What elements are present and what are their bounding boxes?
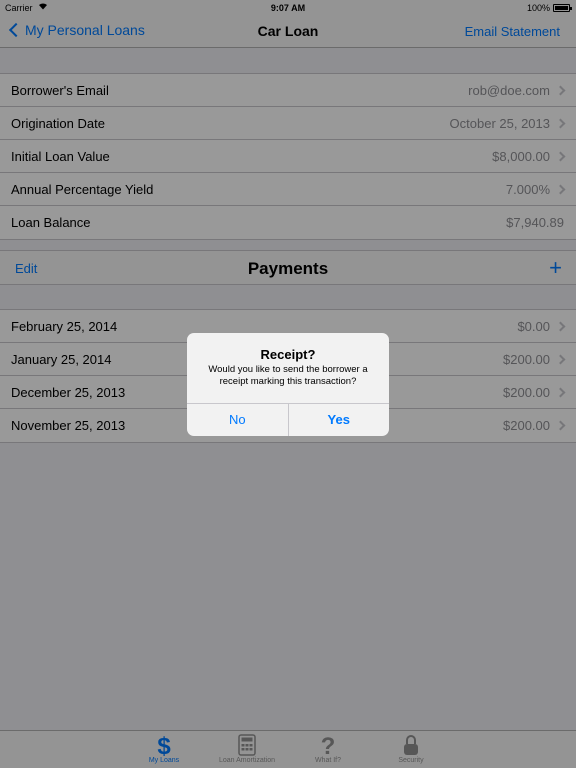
alert-buttons: No Yes: [187, 403, 389, 436]
alert-message: Would you like to send the borrower a re…: [208, 364, 368, 387]
yes-button[interactable]: Yes: [289, 404, 390, 436]
receipt-alert-dialog: Receipt? Would you like to send the borr…: [187, 333, 389, 436]
alert-title: Receipt?: [260, 347, 316, 362]
no-button[interactable]: No: [187, 404, 289, 436]
